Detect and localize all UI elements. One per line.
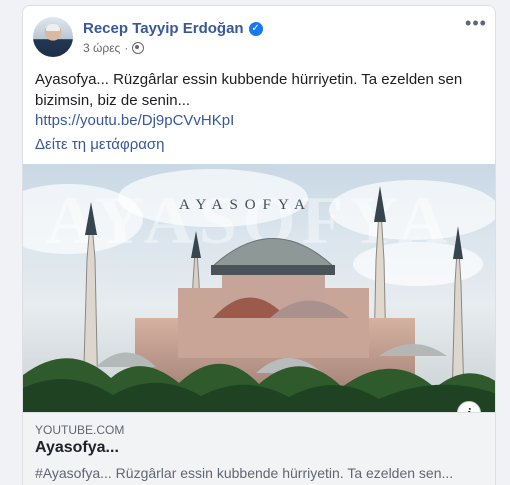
meta-separator: · bbox=[124, 41, 129, 55]
preview-domain: YOUTUBE.COM bbox=[35, 423, 125, 437]
globe-icon[interactable] bbox=[132, 42, 145, 54]
post-card: Recep Tayyip Erdoğan ✓ 3 ώρες · ••• Ayas… bbox=[22, 5, 496, 485]
more-options-icon[interactable]: ••• bbox=[465, 14, 487, 39]
verified-badge-icon: ✓ bbox=[248, 21, 263, 36]
see-translation-link[interactable]: Δείτε τη μετάφραση bbox=[35, 136, 165, 153]
author-row: Recep Tayyip Erdoğan ✓ bbox=[83, 20, 263, 37]
post-text: Ayasofya... Rüzgârlar essin kubbende hür… bbox=[35, 71, 463, 109]
post-header: Recep Tayyip Erdoğan ✓ 3 ώρες · ••• bbox=[33, 14, 487, 61]
avatar-hair bbox=[46, 24, 60, 31]
post-meta: 3 ώρες · bbox=[83, 41, 145, 55]
author-name[interactable]: Recep Tayyip Erdoğan bbox=[83, 20, 244, 37]
link-preview[interactable]: YOUTUBE.COM Ayasofya... #Ayasofya... Rüz… bbox=[23, 412, 495, 485]
preview-title[interactable]: Ayasofya... bbox=[35, 439, 119, 457]
avatar[interactable] bbox=[33, 17, 73, 57]
preview-description: #Ayasofya... Rüzgârlar essin kubbende hü… bbox=[35, 465, 454, 481]
post-link[interactable]: https://youtu.be/Dj9pCVvHKpI bbox=[35, 112, 234, 129]
video-thumbnail[interactable]: AYASOFYA AYASOFYA bbox=[23, 164, 495, 412]
hagia-sophia-illustration bbox=[23, 186, 495, 412]
post-time[interactable]: 3 ώρες bbox=[83, 41, 120, 55]
